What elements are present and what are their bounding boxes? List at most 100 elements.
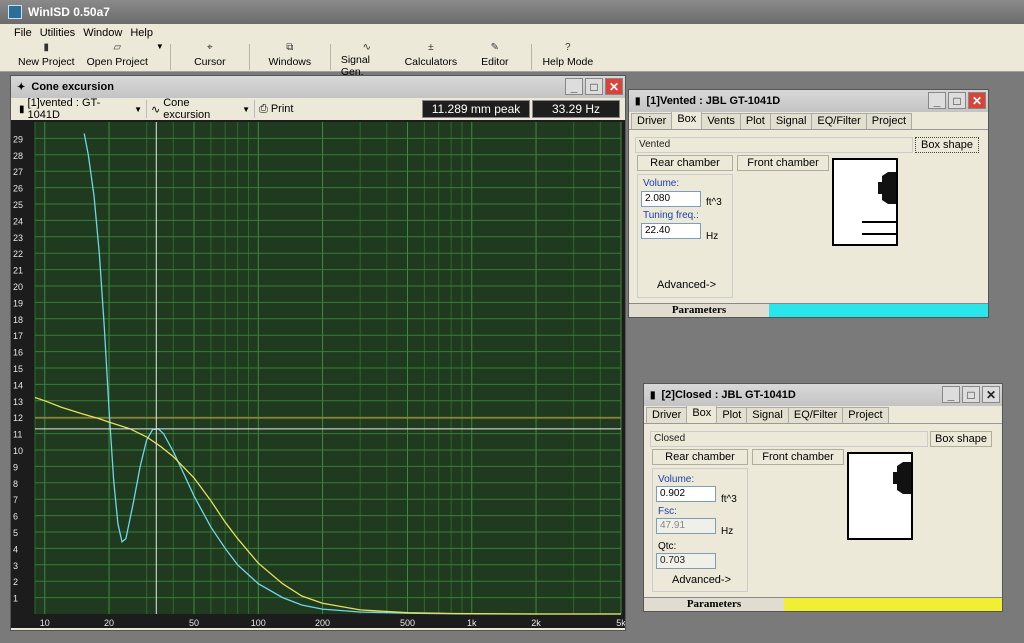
menu-utilities[interactable]: Utilities	[40, 27, 75, 39]
editor-icon: ✎	[490, 42, 500, 53]
minimize-button[interactable]: _	[928, 92, 946, 109]
minimize-button[interactable]: _	[942, 386, 960, 403]
project-select[interactable]: ▮ [1]vented : GT-1041D ▼	[15, 97, 147, 121]
tab-vents[interactable]: Vents	[701, 113, 741, 129]
cursor-icon: ⌖	[207, 42, 213, 53]
menu-file[interactable]: File	[14, 27, 32, 39]
close-button[interactable]: ✕	[968, 92, 986, 109]
tab-project[interactable]: Project	[842, 407, 889, 423]
tab-plot[interactable]: Plot	[739, 113, 771, 129]
plot-type-select[interactable]: ∿ Cone excursion ▼	[147, 97, 255, 121]
app-icon	[8, 5, 22, 19]
y-tick-label: 17	[13, 331, 23, 341]
y-tick-label: 14	[13, 380, 23, 390]
tab-signal[interactable]: Signal	[769, 113, 813, 129]
parameters-label[interactable]: Parameters	[629, 304, 769, 317]
maximize-button[interactable]: □	[585, 78, 603, 95]
maximize-icon: □	[967, 387, 975, 402]
tab-eq-filter[interactable]: EQ/Filter	[811, 113, 867, 129]
x-tick-label: 50	[189, 618, 199, 628]
y-tick-label: 29	[13, 134, 23, 144]
vented-tabs: Driver Box Vents Plot Signal EQ/Filter P…	[629, 111, 988, 130]
y-tick-label: 7	[13, 495, 18, 505]
y-tick-label: 10	[13, 446, 23, 456]
closed-project-window: ▮ [2]Closed : JBL GT-1041D _ □ ✕ Driver …	[643, 383, 1003, 612]
rear-chamber-button[interactable]: Rear chamber	[637, 155, 733, 171]
rear-chamber-button[interactable]: Rear chamber	[652, 449, 748, 465]
volume-input[interactable]: 0.902	[656, 486, 716, 502]
tab-plot[interactable]: Plot	[716, 407, 748, 423]
y-tick-label: 2	[13, 577, 18, 587]
y-tick-label: 8	[13, 479, 18, 489]
maximize-button[interactable]: □	[962, 386, 980, 403]
signal-gen-button[interactable]: ∿ Signal Gen.	[335, 42, 399, 78]
menu-window[interactable]: Window	[83, 27, 122, 39]
front-chamber-button[interactable]: Front chamber	[752, 449, 844, 465]
open-project-dropdown[interactable]: ▼	[154, 42, 166, 72]
box-shape-button[interactable]: Box shape	[930, 431, 992, 447]
cursor-button[interactable]: ⌖ Cursor	[175, 42, 245, 72]
maximize-icon: □	[590, 79, 598, 94]
x-tick-label: 100	[251, 618, 266, 628]
y-tick-label: 26	[13, 184, 23, 194]
y-tick-label: 24	[13, 216, 23, 226]
y-tick-label: 12	[13, 413, 23, 423]
tab-driver[interactable]: Driver	[646, 407, 688, 423]
project-color-swatch	[769, 304, 988, 317]
help-mode-button[interactable]: ? Help Mode	[536, 42, 600, 72]
maximize-button[interactable]: □	[948, 92, 966, 109]
print-button[interactable]: ⎙ Print	[255, 100, 297, 118]
windows-button[interactable]: ⧉ Windows	[254, 42, 326, 72]
y-tick-label: 16	[13, 348, 23, 358]
tuning-input[interactable]: 22.40	[641, 223, 701, 239]
y-tick-label: 4	[13, 544, 18, 554]
y-tick-label: 13	[13, 397, 23, 407]
windows-icon: ⧉	[286, 42, 294, 53]
chevron-down-icon: ▼	[242, 104, 250, 114]
wave-icon: ∿	[151, 103, 161, 116]
volume-label: Volume:	[643, 178, 680, 189]
vented-window-titlebar[interactable]: ▮ [1]Vented : JBL GT-1041D _ □ ✕	[629, 90, 988, 112]
tab-project[interactable]: Project	[865, 113, 913, 129]
y-tick-label: 9	[13, 462, 18, 472]
front-chamber-button[interactable]: Front chamber	[737, 155, 829, 171]
minimize-button[interactable]: _	[565, 78, 583, 95]
y-tick-label: 20	[13, 282, 23, 292]
parameters-label[interactable]: Parameters	[644, 598, 784, 611]
calculators-button[interactable]: ± Calculators	[399, 42, 463, 72]
new-project-button[interactable]: ▮ New Project	[12, 42, 81, 72]
closed-box-diagram	[847, 452, 913, 540]
cone-window-titlebar[interactable]: ✦ Cone excursion _ □ ✕	[11, 76, 625, 98]
editor-button[interactable]: ✎ Editor	[463, 42, 527, 72]
minimize-icon: _	[947, 387, 955, 402]
readout-peak: 11.289 mm peak	[422, 100, 530, 118]
close-button[interactable]: ✕	[982, 386, 1000, 403]
close-button[interactable]: ✕	[605, 78, 623, 95]
cone-excursion-chart[interactable]: 1234567891011121314151617181920212223242…	[11, 120, 625, 628]
tab-eq-filter[interactable]: EQ/Filter	[787, 407, 844, 423]
menu-help[interactable]: Help	[130, 27, 153, 39]
closed-window-titlebar[interactable]: ▮ [2]Closed : JBL GT-1041D _ □ ✕	[644, 384, 1002, 406]
box-type-select[interactable]: Vented	[635, 137, 913, 153]
y-tick-label: 22	[13, 249, 23, 259]
box-type-select[interactable]: Closed	[650, 431, 928, 447]
project-icon: ▮	[19, 103, 25, 115]
advanced-button[interactable]: Advanced->	[657, 279, 716, 291]
volume-unit: ft^3	[706, 197, 722, 208]
tab-box[interactable]: Box	[671, 111, 703, 129]
chevron-down-icon: ▼	[134, 104, 142, 114]
open-project-button[interactable]: ▱ Open Project	[81, 42, 154, 72]
new-project-icon: ▮	[43, 42, 50, 53]
tab-box[interactable]: Box	[686, 405, 718, 423]
tab-driver[interactable]: Driver	[631, 113, 673, 129]
tab-signal[interactable]: Signal	[746, 407, 789, 423]
x-tick-label: 20	[104, 618, 114, 628]
fsc-input[interactable]: 47.91	[656, 518, 716, 534]
box-shape-button[interactable]: Box shape	[915, 137, 979, 153]
volume-input[interactable]: 2.080	[641, 191, 701, 207]
minimize-icon: _	[933, 93, 941, 108]
close-icon: ✕	[608, 79, 620, 94]
advanced-button[interactable]: Advanced->	[672, 574, 731, 586]
volume-unit: ft^3	[721, 494, 737, 505]
vented-window-title: [1]Vented : JBL GT-1041D	[646, 95, 781, 107]
